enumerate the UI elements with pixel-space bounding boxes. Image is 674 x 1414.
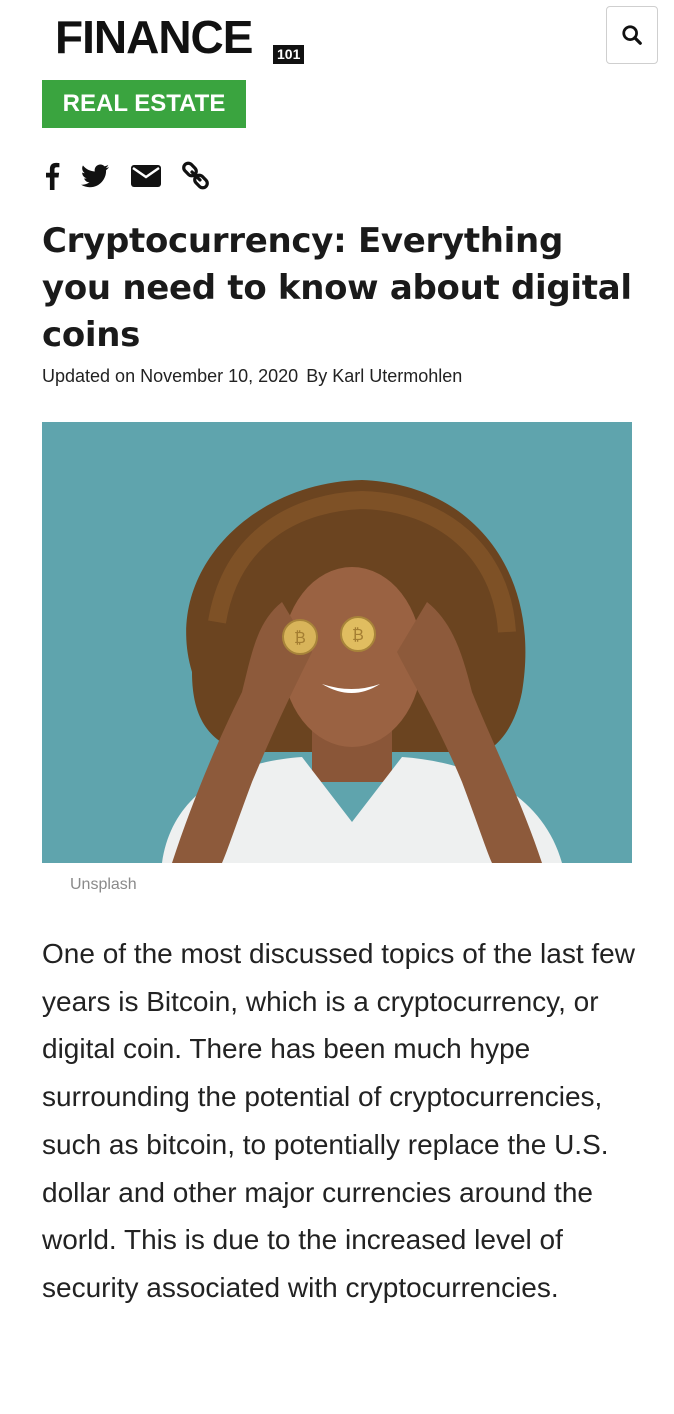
search-button[interactable] xyxy=(606,6,658,64)
byline: Updated on November 10, 2020 By Karl Uter… xyxy=(42,366,462,387)
author-link[interactable]: By Karl Utermohlen xyxy=(306,366,462,386)
article-title: Cryptocurrency: Everything you need to k… xyxy=(42,221,632,355)
category-badge[interactable]: REAL ESTATE xyxy=(42,80,246,128)
facebook-icon[interactable] xyxy=(42,160,62,192)
svg-text:₿: ₿ xyxy=(352,625,364,644)
twitter-icon[interactable] xyxy=(80,160,110,192)
search-icon xyxy=(622,25,642,45)
link-icon[interactable] xyxy=(180,160,212,192)
site-header: FINANCE 101 xyxy=(0,0,674,70)
article-body: One of the most discussed topics of the … xyxy=(42,938,635,1303)
site-logo[interactable]: FINANCE 101 xyxy=(55,11,305,68)
logo-badge: 101 xyxy=(273,45,305,64)
image-caption: Unsplash xyxy=(70,876,137,893)
svg-text:₿: ₿ xyxy=(294,628,306,647)
email-icon[interactable] xyxy=(130,160,162,192)
logo-text: FINANCE xyxy=(55,11,253,63)
updated-date: Updated on November 10, 2020 xyxy=(42,366,299,386)
hero-image: ₿ ₿ xyxy=(42,422,632,863)
category-label: REAL ESTATE xyxy=(62,90,226,117)
